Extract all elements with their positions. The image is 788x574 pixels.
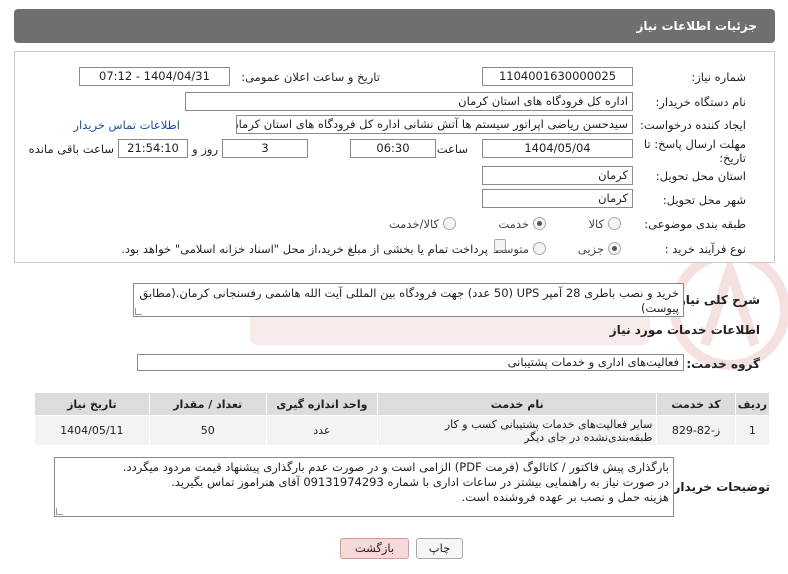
resize-grip-icon[interactable] — [56, 508, 63, 515]
buyer-org-field: اداره کل فرودگاه های استان کرمان — [185, 92, 633, 111]
page-header: جزئیات اطلاعات نیاز — [14, 9, 775, 43]
resize-grip-icon[interactable] — [135, 308, 142, 315]
buyer-org-label: نام دستگاه خریدار: — [655, 95, 746, 109]
service-group-field: فعالیت‌های اداری و خدمات پشتیبانی — [137, 354, 684, 371]
col-row-header: ردیف — [734, 392, 771, 416]
cell-qty: 50 — [148, 415, 267, 446]
category-radio-goods-service[interactable] — [443, 217, 456, 230]
col-unit-header: واحد اندازه گیری — [265, 392, 378, 416]
cell-service-name: سایر فعالیت‌های خدمات پشتیبانی کسب و کار… — [376, 415, 658, 446]
deadline-label: مهلت ارسال پاسخ: تا — [643, 137, 746, 151]
service-group-label: گروه خدمت: — [686, 357, 760, 371]
col-code-header: کد خدمت — [656, 392, 736, 416]
category-option-goods: کالا — [588, 217, 604, 231]
services-section-title: اطلاعات خدمات مورد نیاز — [609, 323, 760, 337]
city-label: شهر محل تحویل: — [662, 193, 746, 207]
creator-label: ایجاد کننده درخواست: — [640, 118, 746, 132]
remaining-time-field: 21:54:10 — [118, 139, 188, 158]
col-date-header: تاریخ نیاز — [34, 392, 150, 416]
process-radio-minor[interactable] — [608, 242, 621, 255]
process-radio-medium[interactable] — [533, 242, 546, 255]
creator-field: سیدحسن ریاضی اپراتور سیستم ها آتش نشانی … — [236, 115, 633, 134]
treasury-payment-checkbox[interactable] — [494, 239, 506, 251]
province-field: کرمان — [482, 166, 633, 185]
cell-row: 1 — [734, 415, 771, 446]
category-option-goods-service: کالا/خدمت — [388, 217, 439, 231]
summary-label: شرح کلی نیاز: — [674, 293, 760, 307]
services-table: ردیف کد خدمت نام خدمت واحد اندازه گیری ت… — [34, 392, 771, 446]
process-label: نوع فرآیند خرید : — [664, 242, 746, 256]
treasury-payment-note: پرداخت تمام یا بخشی از مبلغ خرید،از محل … — [121, 242, 488, 256]
page-title: جزئیات اطلاعات نیاز — [636, 19, 757, 33]
need-number-field: 1104001630000025 — [482, 67, 633, 86]
category-radio-service[interactable] — [533, 217, 546, 230]
services-table-wrap: ردیف کد خدمت نام خدمت واحد اندازه گیری ت… — [34, 392, 771, 446]
col-name-header: نام خدمت — [376, 392, 658, 416]
cell-unit: عدد — [265, 415, 378, 446]
deadline-date-field: 1404/05/04 — [482, 139, 633, 158]
table-row: 1 ز-82-829 سایر فعالیت‌های خدمات پشتیبان… — [34, 415, 771, 446]
cell-need-date: 1404/05/11 — [34, 415, 150, 446]
category-option-service: خدمت — [498, 217, 529, 231]
buyer-notes-line-3: هزینه حمل و نصب بر عهده فروشنده است. — [461, 490, 669, 504]
deadline-label-date: تاریخ: — [719, 151, 746, 165]
col-qty-header: تعداد / مقدار — [148, 392, 267, 416]
summary-text: خرید و نصب باطری 28 آمپر UPS (50 عدد) جه… — [139, 286, 679, 315]
days-label: روز و — [192, 142, 218, 156]
summary-textarea[interactable]: خرید و نصب باطری 28 آمپر UPS (50 عدد) جه… — [133, 283, 684, 317]
back-button[interactable]: بازگشت — [340, 538, 409, 559]
buyer-contact-link[interactable]: اطلاعات تماس خریدار — [73, 118, 180, 132]
province-label: استان محل تحویل: — [655, 169, 746, 183]
buyer-notes-label: توضیحات خریدار: — [668, 480, 770, 494]
remaining-days-field: 3 — [222, 139, 308, 158]
need-details-page: جزئیات اطلاعات نیاز شماره نیاز: 11040016… — [0, 0, 788, 574]
announce-date-field: 1404/04/31 - 07:12 — [79, 67, 230, 86]
print-button[interactable]: چاپ — [416, 538, 463, 559]
remaining-label: ساعت باقی مانده — [28, 142, 114, 156]
process-option-minor: جزیی — [577, 242, 604, 256]
table-header-row: ردیف کد خدمت نام خدمت واحد اندازه گیری ت… — [34, 392, 771, 416]
buyer-notes-line-1: بارگذاری پیش فاکتور / کاتالوگ (فرمت PDF)… — [122, 460, 669, 474]
deadline-time-label: ساعت — [436, 142, 468, 156]
category-radio-goods[interactable] — [608, 217, 621, 230]
category-label: طبقه بندی موضوعی: — [644, 217, 746, 231]
cell-code: ز-82-829 — [656, 415, 736, 446]
buyer-notes-line-2: در صورت نیاز به راهنمایی بیشتر در ساعات … — [171, 475, 669, 489]
buyer-notes-textarea[interactable]: بارگذاری پیش فاکتور / کاتالوگ (فرمت PDF)… — [54, 457, 674, 517]
city-field: کرمان — [482, 189, 633, 208]
announce-date-label: تاریخ و ساعت اعلان عمومی: — [241, 70, 380, 84]
need-number-label: شماره نیاز: — [691, 70, 746, 84]
deadline-time-field: 06:30 — [350, 139, 436, 158]
